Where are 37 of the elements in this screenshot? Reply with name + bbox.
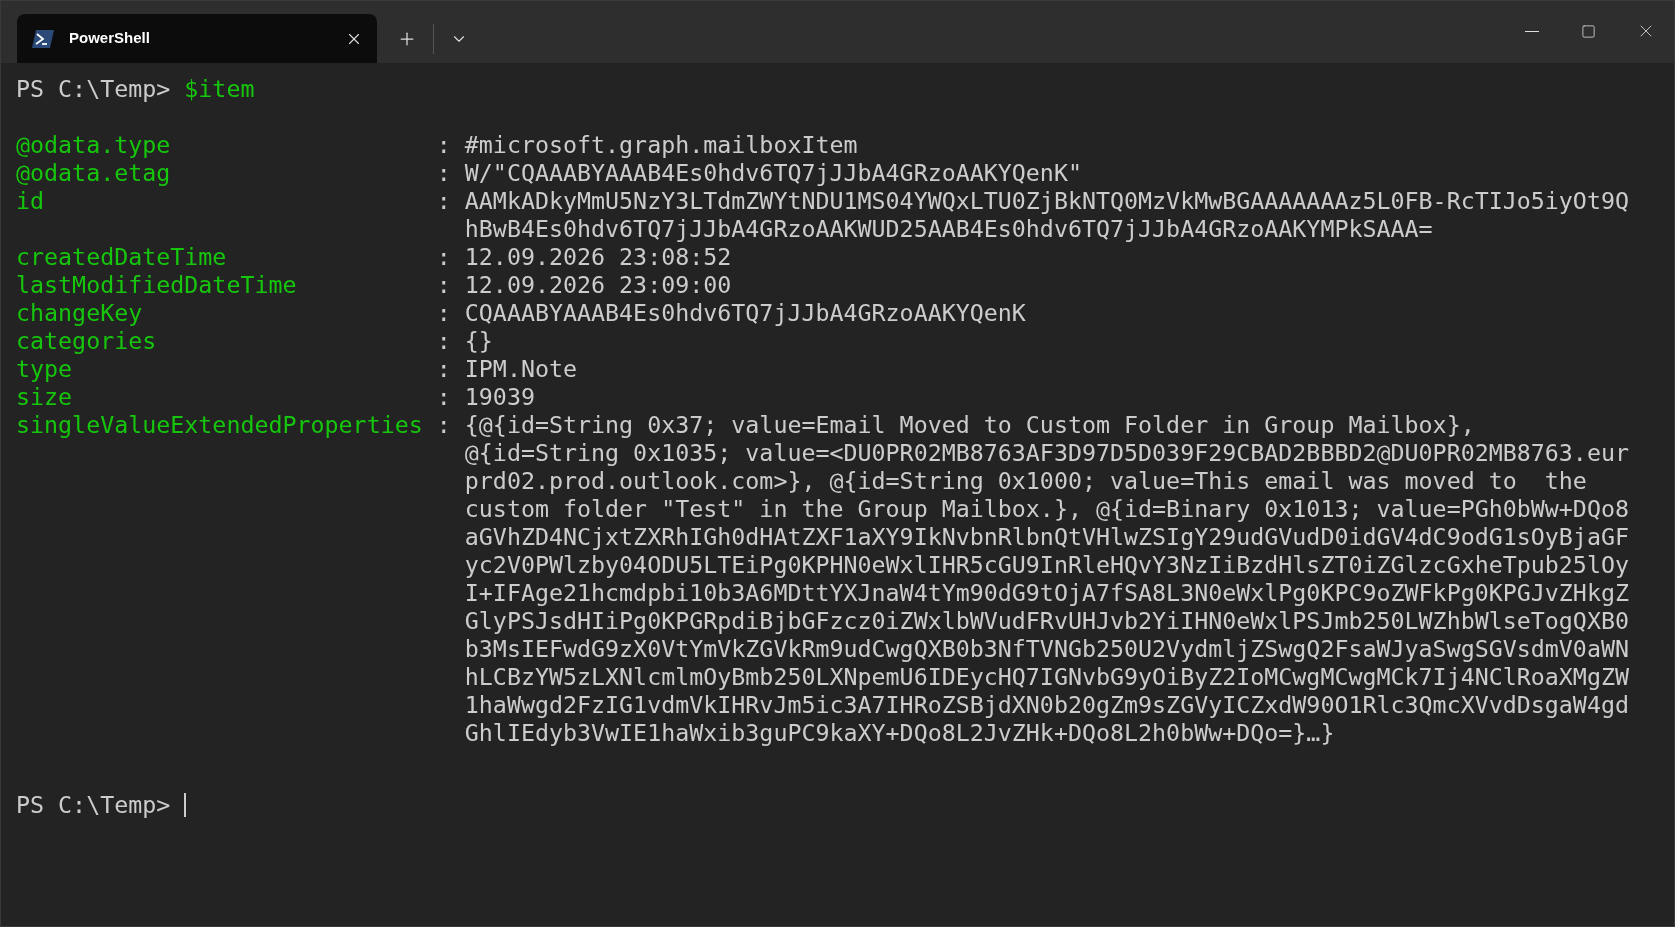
separator: : xyxy=(436,187,451,215)
property-value: {@{id=String 0x37; value=Email Moved to Custom Folder in Group Mailbox}, @{id=String 0x1035; value=<DU0PR02MB8763AF3D97D5D039F29CBAD2BBBD2@DU0PR02MB8763.eur prd02.prod.outlook.com>}, @{id=String 0x1000; value=This email was moved to the custom folder "Test" in the Group Mailbox.}, @{id=Binary 0x1013; value=PGh0bWw+DQo8 aGVhZD4NCjxtZXRhIGh0dHAtZXF1aXY9IkNvbnRlbnQtVHlwZSIgY29udGVudD0idGV4dC9odG1sOyBjaGF yc2V0PWlzby04ODU5LTEiPg0KPHN0eWxlIHR5cGU9InRleHQvY3NzIiBzdHlsZT0iZGlzcGxheTpub25lOy I+IFAge21hcmdpbi10b3A6MDttYXJnaW4tYm90dG9tOjA7fSA8L3N0eWxlPg0KPC9oZWFkPg0KPGJvZHkgZ GlyPSJsdHIiPg0KPGRpdiBjbGFzcz0iZWxlbWVudFRvUHJvb2YiIHN0eWxlPSJmb250LWZhbWlseTogQXB0 b3MsIEFwdG9zX0VtYmVkZGVkRm9udCwgQXB0b3NfTVNGb250U2VydmljZSwgQ2FsaWJyaSwgSGVsdmV0aWN hLCBzYW5zLXNlcmlmOyBmb250LXNpemU6IDEycHQ7IGNvbG9yOiByZ2IoMCwgMCwgMCk7Ij4NClRoaXMgZW 1haWwgd2FzIG1vdmVkIHRvJm5ic3A7IHRoZSBjdXN0b20gZm9sZGVyICZxdW90O1Rlc3QmcXVvdDsgaW4gd GhlIEdyb3VwIE1haWxib3guPC9kaXY+DQo8L2JvZHk+DQo8L2h0bWw+DQo=}…} xyxy=(464,411,1629,747)
property-value: CQAAABYAAAB4Es0hdv6TQ7jJJbA4GRzoAAKYQenK xyxy=(464,299,1026,327)
property-value: W/"CQAAABYAAAB4Es0hdv6TQ7jJJbA4GRzoAAKYQenK" xyxy=(464,159,1082,187)
separator: : xyxy=(436,271,451,299)
maximize-icon xyxy=(1581,23,1596,39)
property-name: type xyxy=(16,355,73,383)
separator: : xyxy=(436,327,451,355)
property-value: 19039 xyxy=(464,383,535,411)
separator: : xyxy=(436,243,451,271)
terminal-logo-icon xyxy=(31,28,55,49)
separator: : xyxy=(436,159,451,187)
property-name: @odata.type xyxy=(16,131,171,159)
property-name: changeKey xyxy=(16,299,143,327)
property-name: categories xyxy=(16,327,157,355)
command: $item xyxy=(184,75,255,103)
separator: : xyxy=(436,355,451,383)
property-name: lastModifiedDateTime xyxy=(16,271,297,299)
minimize-icon xyxy=(1524,30,1539,32)
property-name: size xyxy=(16,383,73,411)
property-name: singleValueExtendedProperties xyxy=(16,411,423,439)
separator: : xyxy=(436,131,451,159)
property-name: @odata.etag xyxy=(16,159,171,187)
separator: : xyxy=(436,411,451,439)
property-value: #microsoft.graph.mailboxItem xyxy=(464,131,858,159)
property-name: createdDateTime xyxy=(16,243,227,271)
tab[interactable]: PowerShell xyxy=(17,14,377,63)
property-value: 12.09.2026 23:09:00 xyxy=(464,271,732,299)
prompt: PS C:\Temp> xyxy=(16,75,171,103)
separator: : xyxy=(436,299,451,327)
separator: : xyxy=(436,383,451,411)
property-value: IPM.Note xyxy=(464,355,578,383)
property-value: {} xyxy=(464,327,493,355)
prompt: PS C:\Temp> xyxy=(16,791,171,819)
property-value: 12.09.2026 23:08:52 xyxy=(464,243,732,271)
property-value: AAMkADkyMmU5NzY3LTdmZWYtNDU1MS04YWQxLTU0ZjBkNTQ0MzVkMwBGAAAAAAAz5L0FB-RcTIJo5iyOt9Q hBwB4Es0hdv6TQ7jJJbA4GRzoAAKWUD25AAB4Es0hdv6TQ7jJJbA4GRzoAAKYMPkSAAA= xyxy=(464,187,1629,243)
property-name: id xyxy=(16,187,45,215)
